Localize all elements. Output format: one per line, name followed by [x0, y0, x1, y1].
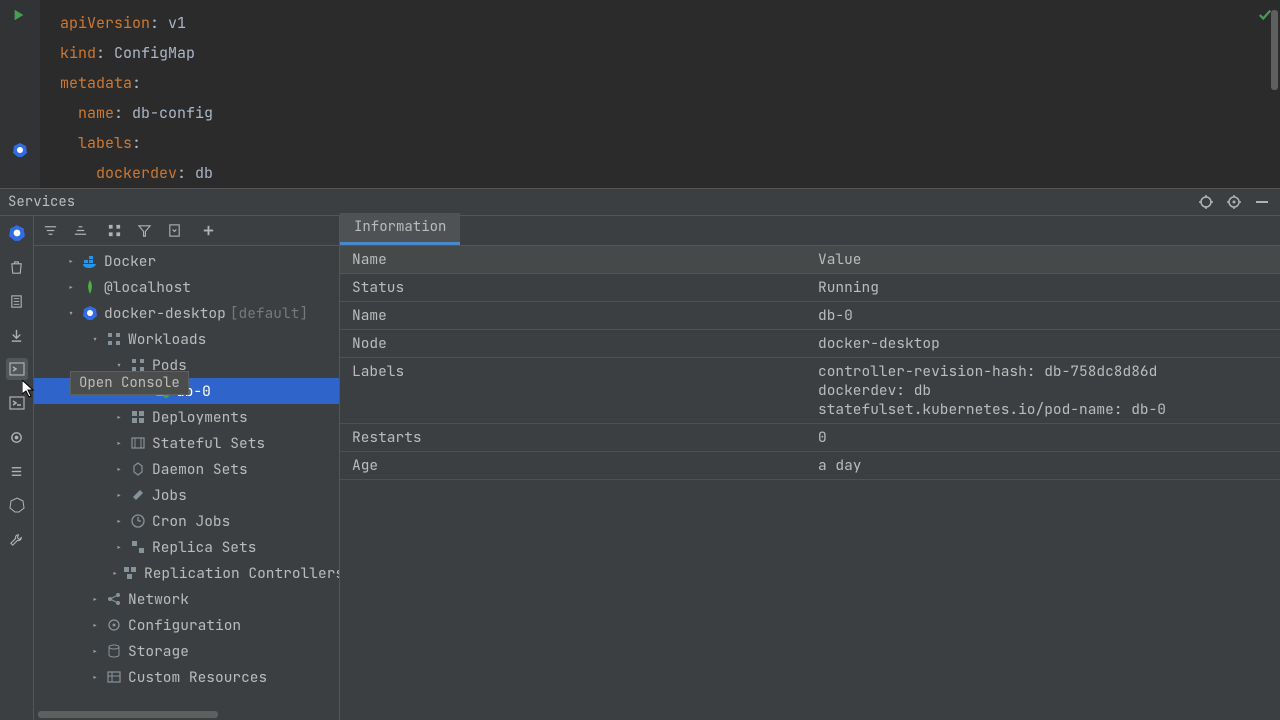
- tree-item-network[interactable]: ▸Network: [34, 586, 339, 612]
- info-row-age: Agea day: [340, 452, 1280, 480]
- run-gutter-icon[interactable]: [12, 8, 28, 24]
- tree-toolbar: [34, 216, 339, 246]
- services-tree[interactable]: ▸Docker▸@localhost▾docker-desktop[defaul…: [34, 246, 339, 720]
- info-row-name: Namedb-0: [340, 302, 1280, 330]
- k8s-gutter-icon[interactable]: [12, 142, 28, 158]
- minimize-icon[interactable]: [1252, 192, 1272, 212]
- tab-information[interactable]: Information: [340, 213, 460, 245]
- panel-title: Services: [8, 193, 1188, 211]
- info-row-node: Nodedocker-desktop: [340, 330, 1280, 358]
- k8s-toolbar-icon[interactable]: [6, 222, 28, 244]
- tree-item-workloads[interactable]: ▾Workloads: [34, 326, 339, 352]
- open-console-icon[interactable]: [6, 358, 28, 380]
- tree-item-daemon-sets[interactable]: ▸Daemon Sets: [34, 456, 339, 482]
- list-icon[interactable]: [6, 460, 28, 482]
- editor-scrollbar[interactable]: [1271, 10, 1278, 90]
- info-header-name: Name: [340, 250, 806, 269]
- tree-item-docker-desktop[interactable]: ▾docker-desktop[default]: [34, 300, 339, 326]
- tree-item-storage[interactable]: ▸Storage: [34, 638, 339, 664]
- target-icon[interactable]: [1196, 192, 1216, 212]
- group-icon[interactable]: [104, 221, 124, 241]
- info-table: Name Value StatusRunningNamedb-0Nodedock…: [340, 246, 1280, 480]
- editor-area: apiVersion: v1kind: ConfigMapmetadata: n…: [0, 0, 1280, 188]
- tree-item-replica-sets[interactable]: ▸Replica Sets: [34, 534, 339, 560]
- tooltip-open-console: Open Console: [70, 371, 189, 395]
- document-icon[interactable]: [6, 290, 28, 312]
- gear-icon[interactable]: [1224, 192, 1244, 212]
- info-table-header: Name Value: [340, 246, 1280, 274]
- info-panel: Information Name Value StatusRunningName…: [340, 216, 1280, 720]
- tree-horizontal-scrollbar[interactable]: [38, 711, 218, 718]
- add-icon[interactable]: [198, 221, 218, 241]
- kubectl-icon[interactable]: [6, 494, 28, 516]
- info-tabs: Information: [340, 216, 1280, 246]
- tree-item-cron-jobs[interactable]: ▸Cron Jobs: [34, 508, 339, 534]
- info-row-labels: Labelscontroller-revision-hash: db-758dc…: [340, 358, 1280, 424]
- expand-all-icon[interactable]: [40, 221, 60, 241]
- tree-item-deployments[interactable]: ▸Deployments: [34, 404, 339, 430]
- info-header-value: Value: [806, 250, 1280, 269]
- services-side-toolbar: [0, 216, 34, 720]
- tree-item-docker[interactable]: ▸Docker: [34, 248, 339, 274]
- services-panel-header: Services: [0, 188, 1280, 216]
- code-content[interactable]: apiVersion: v1kind: ConfigMapmetadata: n…: [40, 0, 213, 188]
- filter-icon[interactable]: [134, 221, 154, 241]
- services-body: ▸Docker▸@localhost▾docker-desktop[defaul…: [0, 216, 1280, 720]
- record-icon[interactable]: [6, 426, 28, 448]
- editor-gutter: [0, 0, 40, 188]
- tree-item-configuration[interactable]: ▸Configuration: [34, 612, 339, 638]
- info-row-status: StatusRunning: [340, 274, 1280, 302]
- download-icon[interactable]: [6, 324, 28, 346]
- services-tree-panel: ▸Docker▸@localhost▾docker-desktop[defaul…: [34, 216, 340, 720]
- collapse-all-icon[interactable]: [70, 221, 90, 241]
- import-icon[interactable]: [164, 221, 184, 241]
- tree-item-custom-resources[interactable]: ▸Custom Resources: [34, 664, 339, 690]
- trash-icon[interactable]: [6, 256, 28, 278]
- tree-item-stateful-sets[interactable]: ▸Stateful Sets: [34, 430, 339, 456]
- info-row-restarts: Restarts0: [340, 424, 1280, 452]
- wrench-icon[interactable]: [6, 528, 28, 550]
- inspection-ok-icon[interactable]: [1258, 8, 1272, 22]
- tree-item-replication-controllers[interactable]: ▸Replication Controllers: [34, 560, 339, 586]
- terminal-icon[interactable]: [6, 392, 28, 414]
- tree-item-jobs[interactable]: ▸Jobs: [34, 482, 339, 508]
- tree-item--localhost[interactable]: ▸@localhost: [34, 274, 339, 300]
